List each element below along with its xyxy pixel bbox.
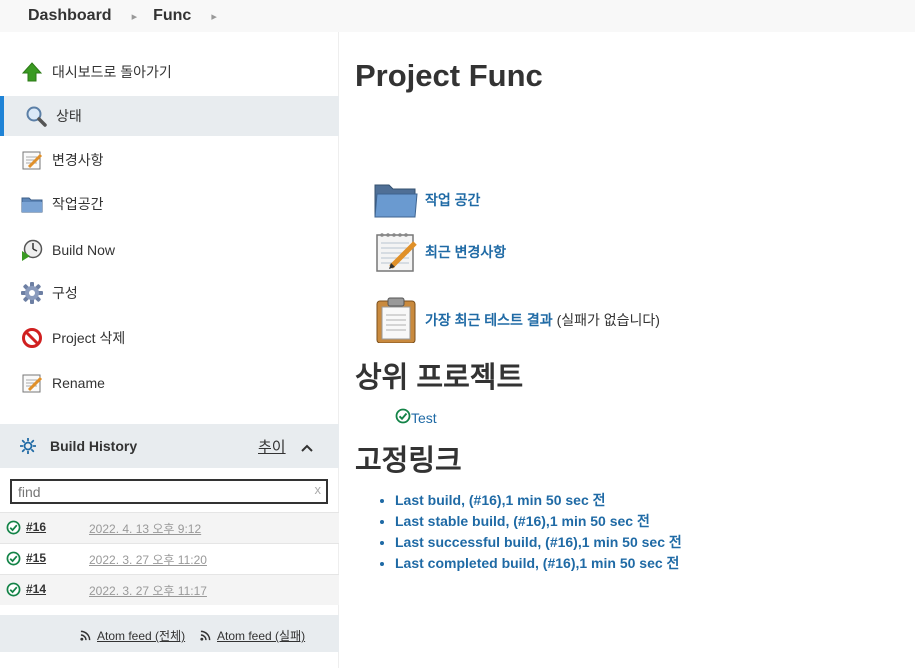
atom-feed-all-link[interactable]: Atom feed (전체) bbox=[80, 627, 185, 644]
list-item: Last completed build, (#16),1 min 50 sec… bbox=[395, 553, 682, 574]
test-result-note: (실패가 없습니다) bbox=[556, 312, 660, 328]
folder-icon[interactable] bbox=[373, 177, 419, 223]
clipboard-icon[interactable] bbox=[373, 297, 419, 344]
clock-icon bbox=[20, 238, 44, 262]
task-label: 구성 bbox=[52, 285, 78, 301]
build-history-header: Build History 추이 bbox=[0, 424, 339, 468]
build-row: #14 2022. 3. 27 오후 11:17 bbox=[0, 574, 339, 605]
task-label: 변경사항 bbox=[52, 152, 104, 168]
atom-feed-failed-link[interactable]: Atom feed (실패) bbox=[200, 627, 305, 644]
build-search-input[interactable] bbox=[12, 481, 308, 502]
search-icon bbox=[24, 104, 48, 128]
last-build-link[interactable]: Last build, (#16),1 min 50 sec 전 bbox=[395, 492, 606, 508]
clear-search-icon[interactable]: x bbox=[315, 482, 322, 497]
success-check-icon bbox=[6, 582, 21, 602]
list-item: Last build, (#16),1 min 50 sec 전 bbox=[395, 490, 682, 511]
task-changes[interactable]: 변경사항 bbox=[0, 140, 339, 180]
task-label: 대시보드로 돌아가기 bbox=[52, 64, 172, 80]
permalinks-heading: 고정링크 bbox=[355, 445, 462, 477]
task-back-to-dashboard[interactable]: 대시보드로 돌아가기 bbox=[0, 52, 339, 92]
breadcrumb-chevron-icon[interactable]: ▸ bbox=[132, 10, 138, 23]
success-check-icon bbox=[6, 520, 21, 540]
page-title: Project Func bbox=[355, 58, 543, 93]
breadcrumb-dashboard[interactable]: Dashboard bbox=[28, 7, 112, 25]
upstream-projects-heading: 상위 프로젝트 bbox=[355, 362, 524, 394]
collapse-chevron-up-icon[interactable] bbox=[300, 440, 314, 458]
latest-test-result-link[interactable]: 가장 최근 테스트 결과 bbox=[425, 310, 553, 330]
success-check-icon bbox=[395, 408, 411, 427]
workspace-link[interactable]: 작업 공간 bbox=[425, 190, 480, 210]
upstream-project-link[interactable]: Test bbox=[411, 410, 437, 426]
task-delete-project[interactable]: Project 삭제 bbox=[0, 318, 339, 358]
permalinks-list: Last build, (#16),1 min 50 sec 전 Last st… bbox=[377, 490, 682, 574]
build-search-box: x bbox=[10, 479, 328, 504]
notepad-icon[interactable] bbox=[373, 229, 419, 275]
recent-changes-link[interactable]: 최근 변경사항 bbox=[425, 242, 506, 262]
task-label: Build Now bbox=[52, 242, 116, 258]
notepad-icon bbox=[20, 371, 44, 395]
build-row: #15 2022. 3. 27 오후 11:20 bbox=[0, 543, 339, 574]
side-panel: 대시보드로 돌아가기 상태 변경사항 작업공간 Build Now 구성 Pro… bbox=[0, 32, 339, 668]
folder-icon bbox=[20, 192, 44, 216]
upstream-project-item: Test bbox=[395, 408, 437, 427]
no-entry-icon bbox=[20, 326, 44, 350]
build-number-link[interactable]: #15 bbox=[26, 551, 46, 565]
trend-link[interactable]: 추이 bbox=[258, 436, 286, 457]
build-number-link[interactable]: #16 bbox=[26, 520, 46, 534]
task-workspace[interactable]: 작업공간 bbox=[0, 184, 339, 224]
task-status[interactable]: 상태 bbox=[0, 96, 339, 136]
last-completed-build-link[interactable]: Last completed build, (#16),1 min 50 sec… bbox=[395, 555, 679, 571]
task-label: 작업공간 bbox=[52, 196, 104, 212]
workspace-link-row: 작업 공간 bbox=[355, 177, 484, 223]
build-date-link[interactable]: 2022. 3. 27 오후 11:17 bbox=[89, 582, 207, 599]
breadcrumb: Dashboard ▸ Func ▸ bbox=[0, 0, 915, 32]
build-row: #16 2022. 4. 13 오후 9:12 bbox=[0, 512, 339, 543]
build-number-link[interactable]: #14 bbox=[26, 582, 46, 596]
task-label: 상태 bbox=[56, 108, 82, 124]
gear-icon bbox=[20, 281, 44, 305]
feed-label: Atom feed (전체) bbox=[97, 629, 186, 643]
list-item: Last stable build, (#16),1 min 50 sec 전 bbox=[395, 511, 682, 532]
task-configure[interactable]: 구성 bbox=[0, 273, 339, 313]
rss-icon bbox=[80, 630, 91, 641]
feed-label: Atom feed (실패) bbox=[217, 629, 306, 643]
task-label: Rename bbox=[52, 375, 105, 391]
last-successful-build-link[interactable]: Last successful build, (#16),1 min 50 se… bbox=[395, 534, 682, 550]
build-date-link[interactable]: 2022. 4. 13 오후 9:12 bbox=[89, 520, 201, 537]
list-item: Last successful build, (#16),1 min 50 se… bbox=[395, 532, 682, 553]
task-label: Project 삭제 bbox=[52, 330, 126, 346]
test-result-link-row: 가장 최근 테스트 결과 (실패가 없습니다) bbox=[355, 297, 660, 344]
breadcrumb-chevron-icon[interactable]: ▸ bbox=[211, 10, 217, 23]
sun-icon bbox=[19, 437, 37, 459]
build-history-title: Build History bbox=[50, 438, 138, 454]
up-arrow-icon bbox=[20, 60, 44, 84]
last-stable-build-link[interactable]: Last stable build, (#16),1 min 50 sec 전 bbox=[395, 513, 650, 529]
task-rename[interactable]: Rename bbox=[0, 363, 339, 403]
feed-bar: Atom feed (전체) Atom feed (실패) bbox=[0, 615, 339, 652]
rss-icon bbox=[200, 630, 211, 641]
build-date-link[interactable]: 2022. 3. 27 오후 11:20 bbox=[89, 551, 207, 568]
notepad-icon bbox=[20, 148, 44, 172]
success-check-icon bbox=[6, 551, 21, 571]
recent-changes-link-row: 최근 변경사항 bbox=[355, 229, 510, 275]
breadcrumb-func[interactable]: Func bbox=[153, 7, 191, 25]
task-build-now[interactable]: Build Now bbox=[0, 230, 339, 270]
